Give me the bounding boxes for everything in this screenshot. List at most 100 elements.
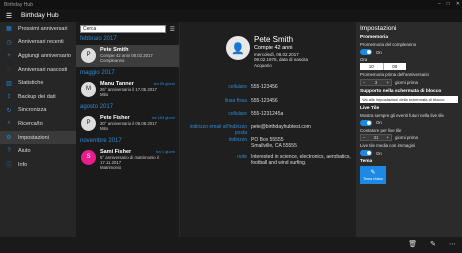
- list-item[interactable]: M Manu Tanner 26° anniversario il 17.05.20…: [76, 79, 179, 101]
- live-tile-label: Mostra sempre gli eventi futuri nella li…: [360, 112, 444, 118]
- nav-item-help[interactable]: ? Aiuto: [0, 144, 76, 158]
- live-tile-images-toggle[interactable]: [360, 150, 372, 157]
- field-label: linea fissa: [224, 98, 247, 104]
- entry-countdown: tra 99 giorni: [153, 81, 175, 86]
- contact-detail-pane: 👤 Pete Smith Compie 42 anni mercoledì, 0…: [180, 22, 356, 237]
- entry-detail: 5° anniversario di matrimonio il 17.11.2…: [100, 155, 159, 166]
- nav-item-chart[interactable]: ▥ Statistiche: [0, 76, 76, 90]
- nav-item-sync[interactable]: ↻ Sincronizza: [0, 104, 76, 118]
- list-item[interactable]: S Sami Fisher 5° anniversario di matrimoni…: [76, 147, 179, 170]
- time-picker[interactable]: 10 00: [360, 63, 407, 71]
- nav-item-label: Prossimi anniversari: [18, 25, 68, 32]
- gear-icon: ⚙: [6, 135, 12, 142]
- close-icon[interactable]: ✕: [456, 1, 460, 7]
- nav-item-label: Anniversari recenti: [18, 39, 64, 46]
- counter-label: Contatore per live tile: [360, 127, 402, 133]
- lock-screen-settings-button[interactable]: Vai alle impostazioni della schermata di…: [360, 95, 458, 103]
- contact-field: indirizzo PO Box 55555 Smallville, CA 555…: [180, 137, 356, 149]
- reminder-before-unit: giorni prima: [395, 79, 418, 85]
- nav-item-info[interactable]: ⓘ Info: [0, 158, 76, 172]
- nav-item-backup[interactable]: ⇪ Backup dei dati: [0, 90, 76, 104]
- entry-type: Compleanno: [100, 58, 125, 64]
- nav-item-label: Impostazioni: [18, 134, 49, 141]
- theme-section-title: Tema: [360, 159, 373, 165]
- reminder-before-stepper[interactable]: − 3 +: [360, 78, 392, 86]
- more-icon[interactable]: ⋯: [449, 240, 456, 248]
- birthday-list-pane: Cerca ☰ febbraio 2017 P Pete Smith Compie 4…: [76, 22, 180, 237]
- app-header: ☰ Birthday Hub: [0, 9, 462, 22]
- maximize-icon[interactable]: □: [447, 1, 450, 7]
- birthday-reminder-toggle-row[interactable]: On: [360, 49, 462, 56]
- app-title: Birthday Hub: [21, 12, 59, 19]
- field-value[interactable]: pete@birthdayhubtest.com: [251, 124, 351, 136]
- nav-item-calendar[interactable]: ▦ Prossimi anniversari: [0, 22, 76, 36]
- command-bar-actions: 🗑 ✎ ⋯: [408, 240, 456, 248]
- command-bar: 🗑 ✎ ⋯: [0, 237, 462, 253]
- settings-pane: Impostazioni Promemoria Promemoria del c…: [356, 22, 462, 237]
- counter-unit: giorni prima: [395, 135, 418, 141]
- counter-row: − 31 + giorni prima: [360, 134, 462, 142]
- field-value[interactable]: Interested in science, electronics, aero…: [251, 154, 351, 166]
- stepper-minus-icon[interactable]: −: [363, 80, 365, 85]
- theme-button-label: Tema chiaro: [363, 176, 383, 181]
- chart-icon: ▥: [6, 80, 12, 87]
- counter-value: 31: [373, 135, 379, 141]
- contact-name: Pete Smith: [254, 35, 294, 44]
- nav-item-label: Statistiche: [18, 80, 44, 87]
- navigation-pane: ▦ Prossimi anniversari ◷ Anniversari recent…: [0, 22, 76, 237]
- sort-icon[interactable]: ☰: [170, 26, 175, 33]
- field-label: note: [237, 154, 247, 160]
- nav-item-add[interactable]: + Aggiungi anniversario: [0, 49, 76, 63]
- minimize-icon[interactable]: –: [438, 1, 441, 7]
- nav-item-gear[interactable]: ⚙ Impostazioni: [0, 130, 76, 145]
- time-hour[interactable]: 10: [360, 63, 383, 70]
- month-header: agosto 2017: [80, 104, 114, 110]
- contact-summary: Compie 42 anni mercoledì, 08.02.2017 08.…: [254, 45, 308, 68]
- time-label: Ora: [360, 57, 368, 63]
- edit-icon[interactable]: ✎: [430, 240, 436, 248]
- field-value[interactable]: 555-1231245a: [251, 111, 351, 117]
- calendar-icon: ▦: [6, 26, 12, 33]
- avatar: M: [81, 82, 96, 97]
- nav-item-history[interactable]: ◷ Anniversari recenti: [0, 36, 76, 50]
- entry-name: Pete Smith: [100, 47, 129, 53]
- sync-icon: ↻: [6, 107, 12, 114]
- stepper-plus-icon[interactable]: +: [387, 80, 389, 85]
- avatar: P: [81, 116, 96, 131]
- field-label: indirizzo email all'indirizzo posta: [189, 124, 247, 136]
- history-icon: ◷: [6, 39, 12, 46]
- contact-avatar: 👤: [226, 36, 250, 60]
- avatar: S: [81, 150, 96, 165]
- nav-item-search[interactable]: ⌕ Ricerca/to: [0, 117, 76, 131]
- counter-stepper[interactable]: − 31 +: [360, 134, 392, 142]
- hamburger-menu-icon[interactable]: ☰: [3, 12, 15, 20]
- field-value[interactable]: PO Box 55555 Smallville, CA 55555: [251, 137, 351, 149]
- time-minute[interactable]: 00: [382, 63, 407, 71]
- help-icon: ?: [7, 148, 11, 155]
- delete-icon[interactable]: 🗑: [408, 240, 417, 248]
- list-item[interactable]: P Pete Fisher 30° anniversario il 08.08.20…: [76, 113, 179, 135]
- live-tile-toggle[interactable]: [360, 119, 372, 126]
- list-item[interactable]: P Pete Smith Compie 42 anni 08.02.2017 Comp…: [76, 45, 179, 67]
- stepper-plus-icon[interactable]: +: [387, 135, 389, 140]
- backup-icon: ⇪: [6, 94, 12, 101]
- live-tile-images-toggle-row[interactable]: On: [360, 150, 462, 157]
- stepper-minus-icon[interactable]: −: [363, 135, 365, 140]
- birthday-reminder-label: Promemoria del compleanno: [360, 42, 417, 47]
- nav-item-label: Aggiungi anniversario: [18, 52, 71, 59]
- birthday-reminder-state: On: [376, 49, 382, 55]
- theme-button[interactable]: ✎ Tema chiaro: [360, 166, 386, 185]
- entry-countdown: tra 1 giorni: [156, 149, 175, 154]
- month-header: novembre 2017: [80, 138, 122, 144]
- reminder-before-label: Promemoria prima dell'anniversario: [360, 72, 429, 78]
- search-input[interactable]: Cerca: [80, 25, 166, 33]
- live-tile-state: On: [376, 120, 382, 126]
- live-tile-toggle-row[interactable]: On: [360, 119, 462, 126]
- nav-item-hidden[interactable]: ◌ Anniversari nascosti: [0, 63, 76, 77]
- field-value[interactable]: 555-123456: [251, 84, 351, 90]
- live-tile-section-title: Live Tile: [360, 105, 380, 111]
- hidden-icon: ◌: [7, 66, 11, 73]
- field-value[interactable]: 555-123456: [251, 98, 351, 104]
- birthday-reminder-toggle[interactable]: [360, 49, 372, 56]
- contact-field: linea fissa 555-123456: [180, 98, 356, 104]
